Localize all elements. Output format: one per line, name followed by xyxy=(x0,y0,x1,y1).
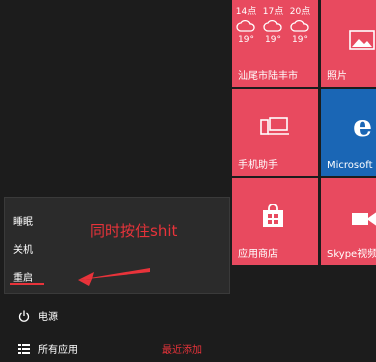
skype-video-tile[interactable]: Skype视频 xyxy=(321,178,376,265)
phone-label: 手机助手 xyxy=(238,160,278,171)
weather-col-1: 14点 19° xyxy=(234,4,258,45)
weather-time-3: 20点 xyxy=(289,7,311,17)
cloud-icon xyxy=(290,19,309,32)
weather-temp-1: 19° xyxy=(238,35,254,45)
phone-laptop-icon xyxy=(260,117,289,135)
edge-icon: e xyxy=(353,109,373,144)
weather-time-1: 14点 xyxy=(235,7,257,17)
cloud-icon xyxy=(263,19,282,32)
edge-tile[interactable]: e Microsoft xyxy=(321,89,376,176)
weather-col-3: 20点 19° xyxy=(288,4,312,45)
weather-tile[interactable]: 14点 19° 17点 19° 20点 19° 汕尾市陆丰市 xyxy=(232,0,318,87)
annotation-text: 同时按住shit xyxy=(90,222,178,240)
weather-time-2: 17点 xyxy=(262,7,284,17)
weather-col-2: 17点 19° xyxy=(261,4,285,45)
power-button[interactable]: 电源 xyxy=(18,308,58,323)
store-tile[interactable]: 应用商店 xyxy=(232,178,318,265)
shutdown-menu-item[interactable]: 关机 xyxy=(13,241,33,256)
annotation-arrow xyxy=(78,268,150,286)
sleep-menu-item[interactable]: 睡眠 xyxy=(13,213,33,228)
weather-temp-2: 19° xyxy=(265,35,281,45)
recently-added-label: 最近添加 xyxy=(162,345,202,356)
phone-companion-tile[interactable]: 手机助手 xyxy=(232,89,318,176)
annotation-underline xyxy=(10,283,44,285)
all-apps-button[interactable]: 所有应用 xyxy=(18,341,78,356)
restart-menu-item[interactable]: 重启 xyxy=(13,269,33,284)
cloud-icon xyxy=(236,19,255,32)
photos-label: 照片 xyxy=(327,71,347,82)
power-icon xyxy=(18,310,30,322)
weather-temp-3: 19° xyxy=(292,35,308,45)
weather-location: 汕尾市陆丰市 xyxy=(238,71,298,82)
edge-label: Microsoft xyxy=(327,160,373,171)
store-bag-icon xyxy=(263,204,283,227)
list-icon xyxy=(18,343,30,354)
all-apps-label: 所有应用 xyxy=(38,345,78,356)
power-label: 电源 xyxy=(38,312,58,323)
skype-label: Skype视频 xyxy=(327,249,376,260)
store-label: 应用商店 xyxy=(238,249,278,260)
photos-tile[interactable]: 照片 xyxy=(321,0,376,87)
video-camera-icon xyxy=(352,212,376,226)
photo-icon xyxy=(349,30,375,50)
